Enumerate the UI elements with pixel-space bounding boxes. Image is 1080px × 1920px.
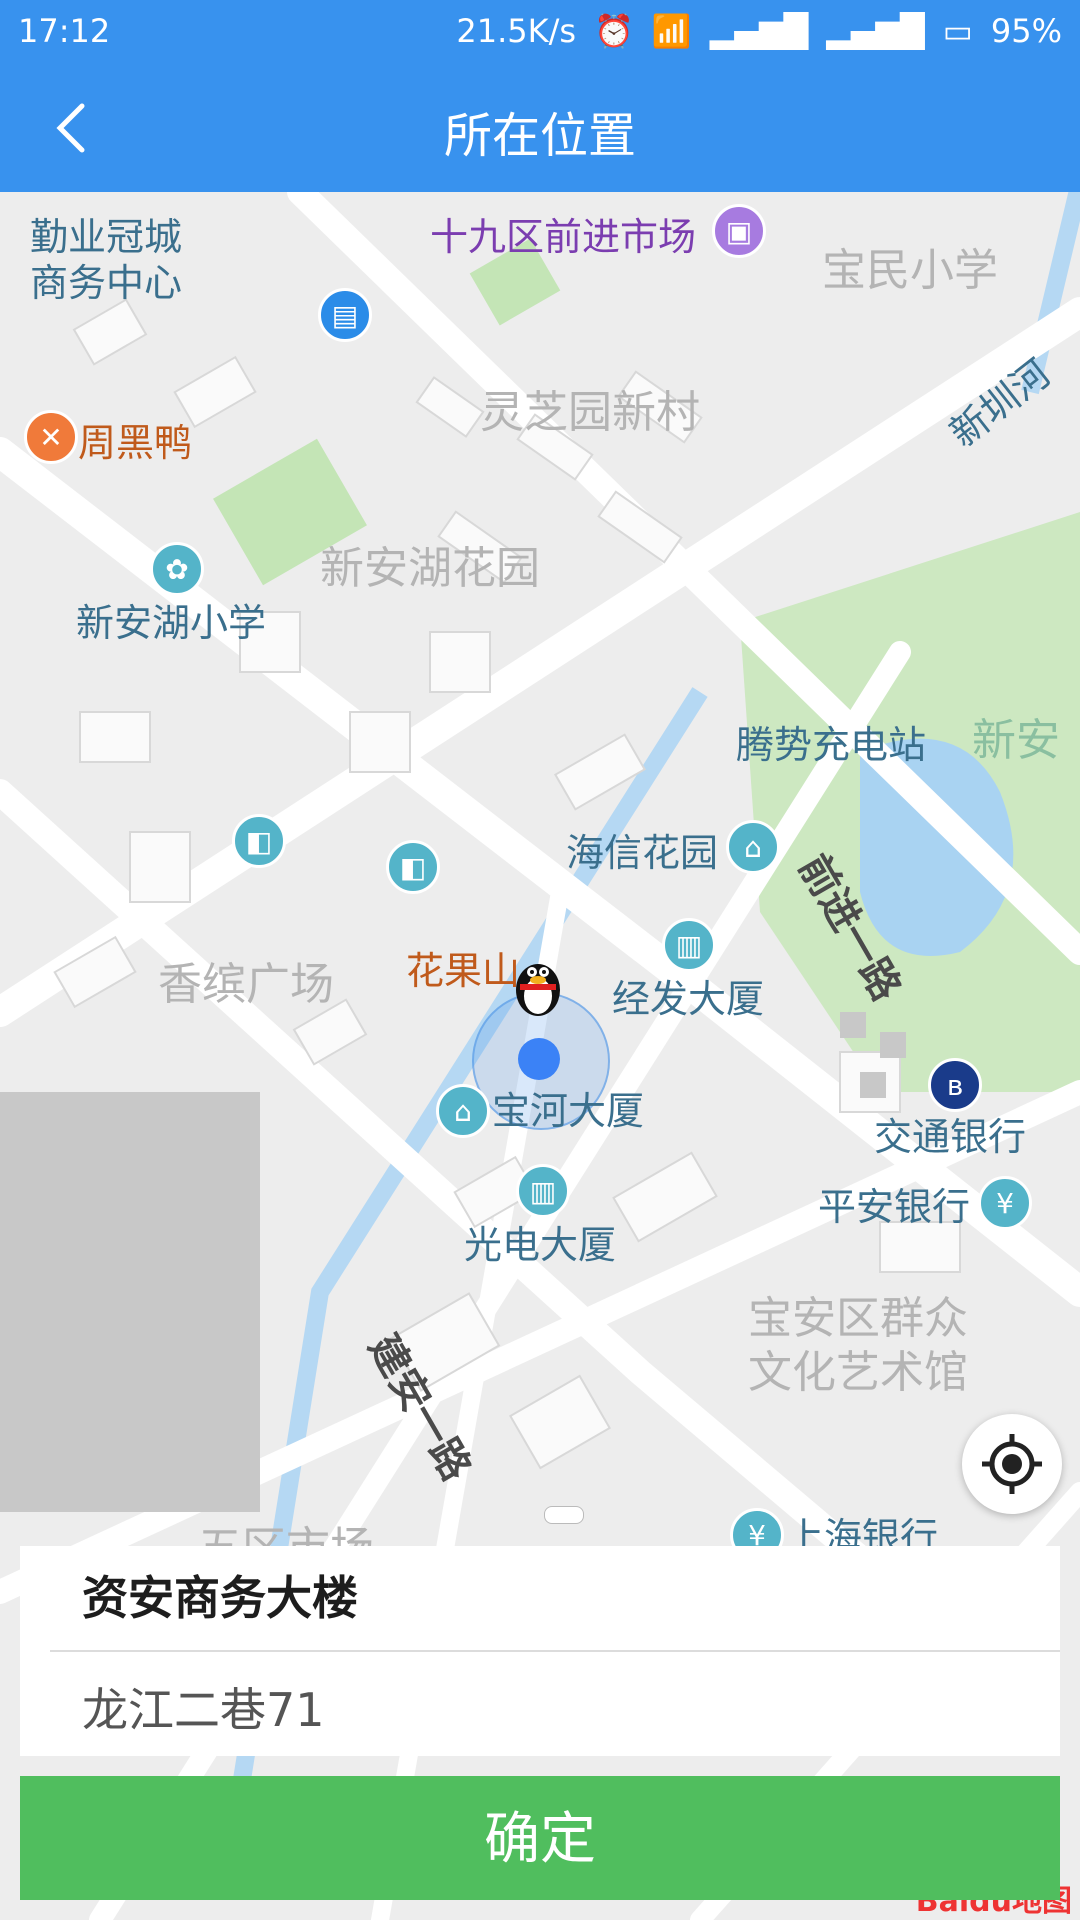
locate-crosshair-icon [982,1434,1042,1494]
poi-label-baohe[interactable]: 宝河大厦 [492,1080,644,1135]
poi-label-zhouheiya[interactable]: 周黑鸭 [78,412,192,467]
poi-label-xiangbin[interactable]: 香缤广场 [158,948,334,1012]
shopping-bag-icon[interactable]: ▣ [712,204,766,258]
poi-label-jiaotong[interactable]: 交通银行 [874,1106,1026,1161]
poi-label-tengshi[interactable]: 腾势充电站 [736,714,926,769]
wifi-icon: 📶 [651,12,692,50]
poi-label-guangdian[interactable]: 光电大厦 [464,1214,616,1269]
poi-label-shijiuqu[interactable]: 十九区前进市场 [430,206,696,261]
poi-label-jingfa[interactable]: 经发大厦 [612,968,764,1023]
yen-bank-icon[interactable]: ¥ [978,1176,1032,1230]
office-icon[interactable]: ▥ [516,1164,570,1218]
building-icon[interactable]: ◧ [386,840,440,894]
battery-icon: ▭ [942,12,973,50]
school-icon[interactable]: ✿ [150,542,204,596]
app-bar: 所在位置 [0,64,1080,192]
confirm-button[interactable]: 确定 [20,1776,1060,1900]
building-icon[interactable]: ◧ [232,814,286,868]
alarm-icon: ⏰ [594,12,634,50]
signal-icon: ▂▄▆█ [709,12,809,50]
poi-label-pingan[interactable]: 平安银行 [818,1176,970,1231]
poi-label-xinan[interactable]: 新安 [972,704,1060,768]
selected-place-card: 资安商务大楼 龙江二巷71 [20,1546,1060,1756]
network-speed: 21.5K/s [456,12,577,50]
place-address: 龙江二巷71 [82,1683,325,1737]
restaurant-icon[interactable]: ✕ [24,410,78,464]
status-time: 17:12 [18,12,111,50]
status-right: 21.5K/s ⏰ 📶 ▂▄▆█ ▂▄▆█ ▭ 95% [456,12,1062,50]
poi-label-xinan-xiaoxue[interactable]: 新安湖小学 [76,592,266,647]
locate-button[interactable] [962,1414,1062,1514]
poi-label-qinye[interactable]: 勤业冠城 商务中心 [30,214,182,306]
bus-stop-icon[interactable]: ▤ [318,288,372,342]
poi-label-haixin[interactable]: 海信花园 [566,822,718,877]
qq-avatar-icon [510,950,566,1020]
traffic-light-icon [544,1506,584,1524]
residence-icon[interactable]: ⌂ [436,1084,490,1138]
page-title: 所在位置 [443,108,636,164]
office-icon[interactable]: ▥ [662,918,716,972]
place-name: 资安商务大楼 [82,1571,358,1625]
poi-label-qunzhong[interactable]: 宝安区群众 文化艺术馆 [748,1292,968,1400]
battery-level: 95% [990,12,1062,50]
signal-icon: ▂▄▆█ [826,12,925,50]
poi-label-xinan-huayuan[interactable]: 新安湖花园 [320,532,540,596]
card-divider [50,1650,1060,1652]
current-location-dot [518,1038,560,1080]
poi-label-lingzhi[interactable]: 灵芝园新村 [480,376,700,440]
residence-icon[interactable]: ⌂ [726,820,780,874]
poi-label-huaguoshan[interactable]: 花果山 [406,940,520,995]
bank-icon[interactable]: ʙ [928,1058,982,1112]
status-bar: 17:12 21.5K/s ⏰ 📶 ▂▄▆█ ▂▄▆█ ▭ 95% [0,0,1080,64]
poi-label-baomin[interactable]: 宝民小学 [822,234,998,298]
